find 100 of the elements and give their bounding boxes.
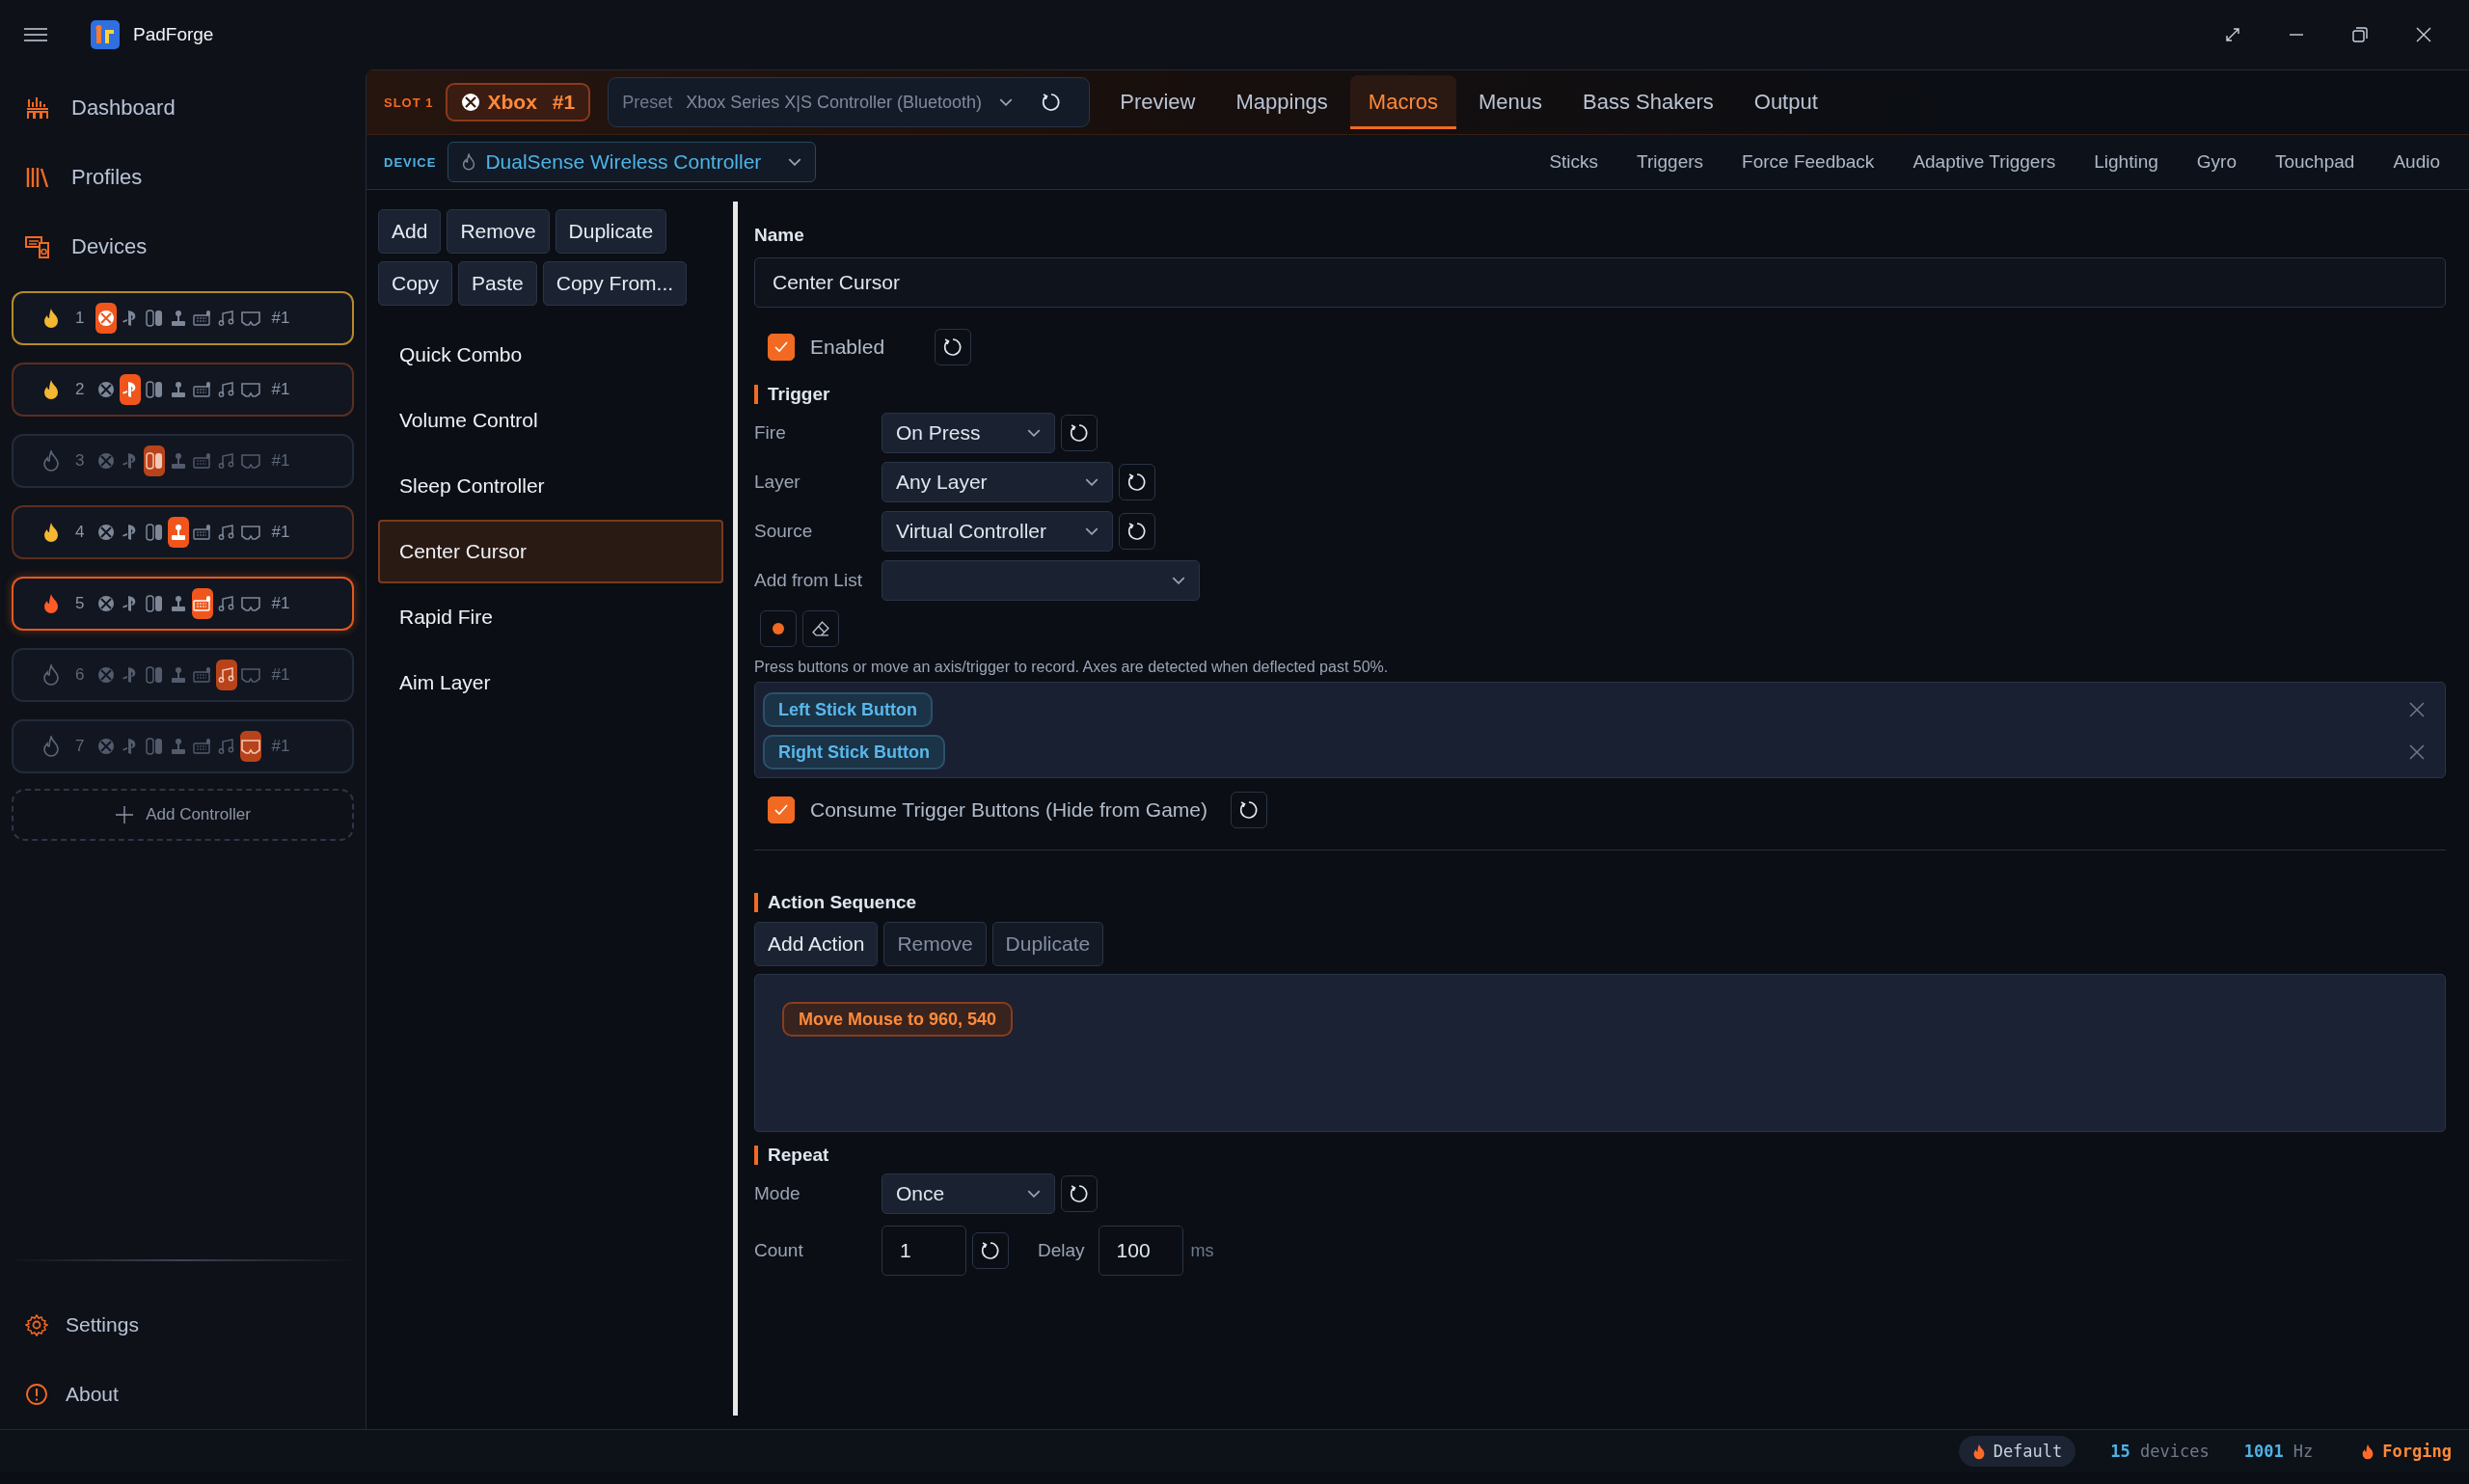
nav-item[interactable]: Settings [0,1290,366,1360]
toolbar-button[interactable]: Remove [447,209,550,254]
reset-button[interactable] [935,329,972,365]
nav-item[interactable]: Dashboard [0,73,366,143]
toolbar-button[interactable]: Duplicate [555,209,667,254]
controller-slot[interactable]: 5 #1 [12,577,354,631]
slot-tag: #1 [271,309,290,328]
reset-button[interactable] [1119,464,1155,500]
macro-item[interactable]: Volume Control [378,389,723,452]
sub-tab[interactable]: Force Feedback [1723,151,1894,173]
section-heading: Action Sequence [754,893,2446,912]
controller-slot[interactable]: 1 #1 [12,291,354,345]
controller-slot[interactable]: 4 #1 [12,505,354,559]
sub-tab[interactable]: Audio [2374,151,2459,173]
reset-button[interactable] [1061,415,1098,451]
minimize-icon[interactable] [2288,33,2305,37]
slot-number: 7 [75,737,85,756]
macro-item[interactable]: Sleep Controller [378,454,723,518]
action-chip[interactable]: Move Mouse to 960, 540 [782,1002,1014,1037]
tab[interactable]: Macros [1349,75,1456,129]
sub-tab[interactable]: Adaptive Triggers [1893,151,2076,173]
nav-item[interactable]: About [0,1360,366,1429]
section-heading: Trigger [754,385,2446,404]
reset-icon [1069,1183,1090,1204]
chevron-icon [1172,577,1185,584]
field-label: Mode [754,1183,801,1204]
count-field[interactable]: 1 [882,1226,966,1276]
dropdown[interactable]: Any Layer [882,462,1113,502]
nav-item[interactable]: Devices [0,212,366,282]
flame-icon [462,153,476,171]
restore-icon[interactable] [2351,26,2369,43]
toolbar-button[interactable]: Copy [378,261,453,306]
sub-tab[interactable]: Gyro [2177,151,2256,173]
sub-tab[interactable]: Touchpad [2256,151,2374,173]
chevron-icon [1085,478,1099,486]
tab[interactable]: Menus [1460,75,1561,129]
field-label: Fire [754,422,787,444]
device-count: 15 devices [2110,1442,2210,1461]
macro-item[interactable]: Rapid Fire [378,585,723,649]
reset-icon [1126,521,1148,542]
engine-status: Forging [2382,1442,2452,1461]
section-heading: Repeat [754,1146,2446,1165]
device-dropdown[interactable]: DualSense Wireless Controller [448,142,817,182]
reset-icon [1069,422,1090,444]
nav-item[interactable]: Profiles [0,143,366,212]
unit-label: ms [1190,1240,1214,1261]
sub-tab[interactable]: Triggers [1617,151,1723,173]
tab[interactable]: Preview [1101,75,1214,129]
orb-icon [460,93,480,112]
toolbar-button[interactable]: Copy From... [542,261,688,306]
checkbox[interactable] [768,796,795,823]
expand-icon[interactable] [2224,26,2241,43]
add-controller-button[interactable]: Add Controller [12,789,354,841]
hint-text: Press buttons or move an axis/trigger to record. Axes are detected when deflected past 50%. [754,659,1390,676]
app-name: PadForge [133,24,214,45]
slot-label: SLOT 1 [384,94,434,110]
record-icon [772,622,785,635]
slot-tag: #1 [271,737,290,756]
name-field[interactable]: Center Cursor [754,257,2446,308]
devices-icon [25,234,50,259]
eraser-icon [812,621,829,636]
flame-icon [42,522,60,543]
slot-chip[interactable]: Xbox #1 [445,83,591,121]
flame-icon [42,379,60,400]
macro-item[interactable]: Center Cursor [378,520,723,583]
slot-number: 3 [75,451,85,471]
slot-number: 2 [75,380,85,399]
toolbar-button[interactable]: Add [378,209,442,254]
field-label: Count [754,1240,804,1261]
reset-button[interactable] [1231,792,1267,828]
info-icon [25,1383,48,1406]
menu-icon[interactable] [23,27,48,42]
delay-field[interactable]: 100 [1098,1226,1183,1276]
sub-tab[interactable]: Sticks [1530,151,1618,173]
macro-item[interactable]: Quick Combo [378,323,723,387]
reset-button[interactable] [1119,513,1155,550]
macro-item[interactable]: Aim Layer [378,651,723,715]
reset-icon [1041,92,1063,113]
dropdown[interactable]: Virtual Controller [882,511,1113,552]
reset-button[interactable] [1061,1175,1098,1212]
controller-slot[interactable]: 2 #1 [12,363,354,417]
polling-rate: 1001 Hz [2243,1442,2314,1461]
reset-button[interactable] [972,1232,1009,1269]
toolbar-button[interactable]: Paste [458,261,537,306]
eraser-button[interactable] [802,610,839,647]
books-icon [25,165,50,190]
reset-icon [980,1240,1001,1261]
action-button[interactable]: Add Action [754,922,879,966]
dashboard-icon [25,95,50,121]
dropdown[interactable]: On Press [882,413,1055,453]
settings-icon [25,1313,48,1336]
sub-tab[interactable]: Lighting [2075,151,2178,173]
preset-dropdown[interactable]: Preset Xbox Series X|S Controller (Bluetooth) [608,77,1091,127]
record-button[interactable] [760,610,797,647]
profile-badge: Default [1958,1436,2076,1467]
tab[interactable]: Bass Shakers [1564,75,1732,129]
checkbox[interactable] [768,334,795,361]
dropdown[interactable]: Once [882,1174,1055,1214]
tab[interactable]: Output [1735,75,1836,129]
tab[interactable]: Mappings [1217,75,1346,129]
